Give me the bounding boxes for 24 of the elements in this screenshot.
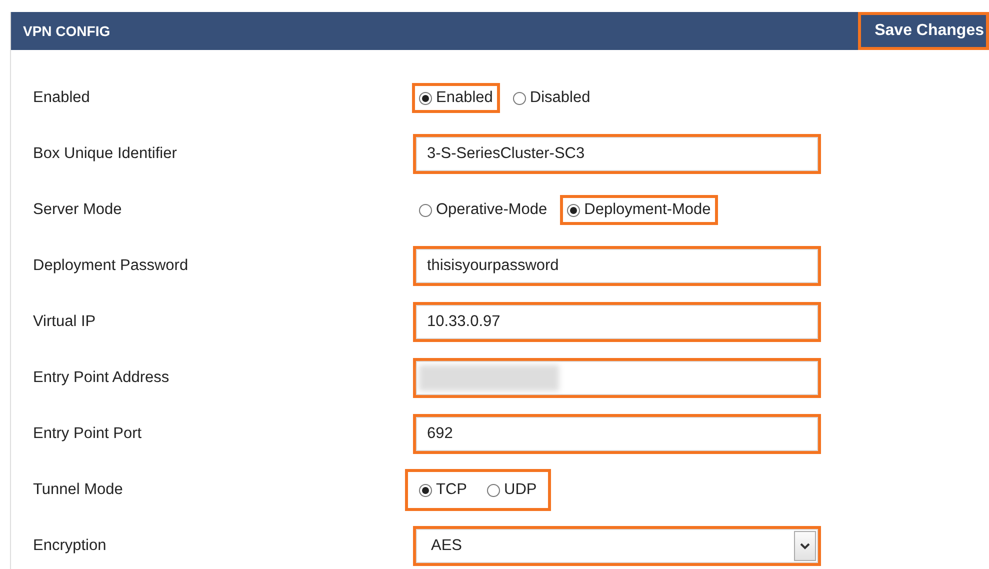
radio-option[interactable]: Deployment-Mode (560, 195, 718, 225)
input-field[interactable] (413, 358, 821, 398)
field-label: Deployment Password (32, 257, 190, 275)
field-label: Box Unique Identifier (32, 145, 178, 163)
input-field[interactable]: 10.33.0.97 (413, 302, 821, 342)
radio-option[interactable]: UDP (480, 475, 544, 505)
dropdown[interactable]: AES (413, 526, 821, 566)
panel-title: VPN CONFIG (22, 23, 110, 39)
input-field[interactable]: 3-S-SeriesCluster-SC3 (413, 134, 821, 174)
radio-option[interactable]: Disabled (506, 83, 598, 113)
field-label: Entry Point Port (32, 425, 143, 443)
field-label: Entry Point Address (32, 369, 170, 387)
field-label: Server Mode (32, 201, 123, 219)
save-button[interactable]: Save Changes (858, 12, 989, 50)
field-label: Enabled (32, 89, 91, 107)
chevron-down-icon (800, 542, 810, 550)
radio-option[interactable]: Operative-Mode (412, 195, 554, 225)
input-field[interactable]: thisisyourpassword (413, 246, 821, 286)
radio-option[interactable]: TCP (412, 475, 474, 505)
input-field[interactable]: 692 (413, 414, 821, 454)
radio-option[interactable]: Enabled (412, 83, 500, 113)
field-label: Encryption (32, 537, 108, 555)
field-label: Tunnel Mode (32, 481, 124, 499)
field-label: Virtual IP (32, 313, 97, 331)
